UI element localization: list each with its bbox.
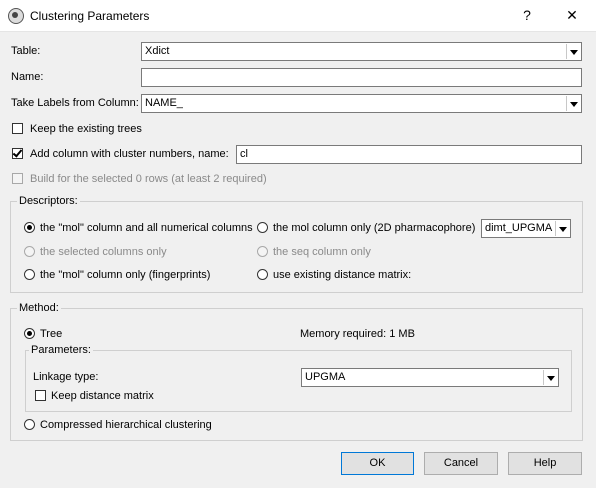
method-compressed-label: Compressed hierarchical clustering: [40, 419, 212, 431]
distance-matrix-value: dimt_UPGMA: [485, 222, 553, 234]
chevron-down-icon[interactable]: [555, 221, 569, 236]
descriptor-option-seq-label: the seq column only: [273, 246, 371, 258]
add-column-label: Add column with cluster numbers, name:: [30, 148, 229, 160]
method-compressed-radio[interactable]: [24, 419, 35, 430]
app-icon: [8, 8, 24, 24]
table-select-value: Xdict: [145, 45, 170, 57]
keep-trees-label: Keep the existing trees: [30, 123, 142, 135]
descriptor-option-fingerprints-radio[interactable]: [24, 269, 35, 280]
chevron-down-icon[interactable]: [566, 44, 580, 59]
close-icon[interactable]: ✕: [562, 6, 582, 24]
descriptor-option-selected-columns-label: the selected columns only: [40, 246, 167, 258]
help-button[interactable]: Help: [508, 452, 582, 475]
cancel-button[interactable]: Cancel: [424, 452, 498, 475]
build-selected-label: Build for the selected 0 rows (at least …: [30, 173, 267, 185]
descriptor-option-mol-numerical-label: the "mol" column and all numerical colum…: [40, 222, 253, 234]
table-label: Table:: [11, 45, 41, 57]
labels-from-label: Take Labels from Column:: [11, 97, 139, 109]
build-selected-checkbox: [12, 173, 23, 184]
descriptor-option-mol-numerical-radio[interactable]: [24, 222, 35, 233]
memory-required-text: Memory required: 1 MB: [300, 328, 415, 340]
keep-distance-matrix-checkbox[interactable]: [35, 390, 46, 401]
method-tree-radio[interactable]: [24, 328, 35, 339]
window-title: Clustering Parameters: [30, 9, 150, 23]
labels-column-value: NAME_: [145, 97, 183, 109]
table-select[interactable]: Xdict: [141, 42, 582, 61]
name-label: Name:: [11, 71, 44, 83]
chevron-down-icon[interactable]: [566, 96, 580, 111]
linkage-type-select[interactable]: UPGMA: [301, 368, 559, 387]
linkage-type-label: Linkage type:: [33, 371, 99, 383]
descriptor-option-existing-matrix-label: use existing distance matrix:: [273, 269, 412, 281]
add-column-checkbox[interactable]: [12, 148, 23, 159]
cluster-column-name-input[interactable]: cl: [236, 145, 582, 164]
method-title: Method:: [17, 302, 61, 314]
descriptor-option-pharmacophore-radio[interactable]: [257, 222, 268, 233]
distance-matrix-select[interactable]: dimt_UPGMA: [481, 219, 571, 238]
chevron-down-icon[interactable]: [543, 370, 557, 385]
keep-trees-checkbox[interactable]: [12, 123, 23, 134]
labels-column-select[interactable]: NAME_: [141, 94, 582, 113]
parameters-title: Parameters:: [29, 344, 93, 356]
descriptor-option-selected-columns-radio: [24, 246, 35, 257]
descriptor-option-existing-matrix-radio[interactable]: [257, 269, 268, 280]
descriptor-option-pharmacophore-label: the mol column only (2D pharmacophore): [273, 222, 476, 234]
name-input[interactable]: [141, 68, 582, 87]
ok-button[interactable]: OK: [341, 452, 414, 475]
descriptor-option-seq-radio: [257, 246, 268, 257]
help-icon[interactable]: ?: [517, 6, 537, 24]
descriptor-option-fingerprints-label: the "mol" column only (fingerprints): [40, 269, 211, 281]
linkage-type-value: UPGMA: [305, 371, 346, 383]
method-tree-label: Tree: [40, 328, 63, 340]
descriptors-title: Descriptors:: [17, 195, 80, 207]
keep-distance-matrix-label: Keep distance matrix: [51, 390, 154, 402]
